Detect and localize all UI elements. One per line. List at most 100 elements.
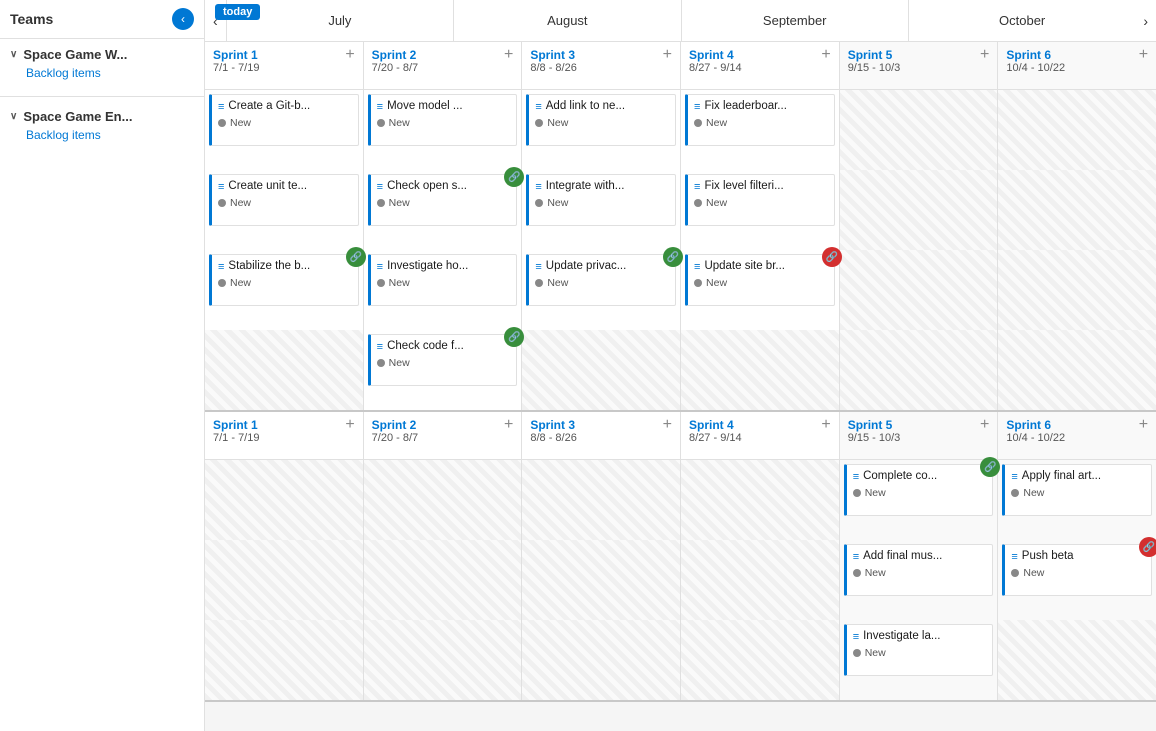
card-create-git[interactable]: ≡ Create a Git-b... New (209, 94, 359, 146)
card-add-final-mus[interactable]: ≡ Add final mus... New (844, 544, 994, 596)
sidebar-team-2-name[interactable]: ∨ Space Game En... (10, 109, 194, 124)
team2-sprint-4-header: Sprint 4 + 8/27 - 9/14 (680, 412, 839, 459)
card-create-unit-status: New (218, 197, 352, 209)
sidebar-header: Teams ‹ (0, 0, 204, 39)
team-1-cards-row-3: ≡ Stabilize the b... New 🔗 (205, 250, 1156, 330)
card-check-open[interactable]: ≡ Check open s... New 🔗 (368, 174, 518, 226)
card-fix-leaderboard-title: ≡ Fix leaderboar... (694, 100, 828, 113)
month-october: October (908, 0, 1135, 41)
task-icon: ≡ (377, 261, 383, 273)
card-integrate[interactable]: ≡ Integrate with... New (526, 174, 676, 226)
card-fix-level[interactable]: ≡ Fix level filteri... New (685, 174, 835, 226)
sidebar-team-2-backlog[interactable]: Backlog items (10, 128, 194, 142)
card-update-privacy[interactable]: ≡ Update privac... New 🔗 (526, 254, 676, 306)
card-update-site[interactable]: ≡ Update site br... New 🔗 (685, 254, 835, 306)
sidebar-collapse-button[interactable]: ‹ (172, 8, 194, 30)
card-add-link[interactable]: ≡ Add link to ne... New (526, 94, 676, 146)
team1-r4-col2: ≡ Check code f... New 🔗 (363, 330, 522, 410)
team1-r1-col2: ≡ Move model ... New (363, 90, 522, 170)
task-icon: ≡ (218, 101, 224, 113)
sprint-5-add-button[interactable]: + (980, 46, 989, 64)
card-complete-co-title: ≡ Complete co... (853, 470, 987, 483)
sprint-6-name: Sprint 6 (1006, 48, 1051, 62)
task-icon: ≡ (218, 181, 224, 193)
today-badge: today (215, 4, 260, 20)
team2-sprint-5-header: Sprint 5 + 9/15 - 10/3 (839, 412, 998, 459)
team2-r3-col1 (205, 620, 363, 700)
card-apply-final-art-status: New (1011, 487, 1145, 499)
team2-sprint-3-dates: 8/8 - 8/26 (530, 432, 672, 444)
card-push-beta-title: ≡ Push beta (1011, 550, 1145, 563)
sidebar-title: Teams (10, 11, 53, 27)
task-icon: ≡ (694, 261, 700, 273)
link-badge-green-3: 🔗 (663, 247, 683, 267)
status-dot (377, 279, 385, 287)
task-icon: ≡ (853, 551, 859, 563)
status-dot (377, 359, 385, 367)
team2-sprint-3-add[interactable]: + (663, 416, 672, 434)
card-update-site-title: ≡ Update site br... (694, 260, 828, 273)
card-create-unit-title: ≡ Create unit te... (218, 180, 352, 193)
sidebar-team-1-name[interactable]: ∨ Space Game W... (10, 47, 194, 62)
top-bar: today ‹ July August September October › (205, 0, 1156, 42)
card-add-link-title: ≡ Add link to ne... (535, 100, 669, 113)
sprint-5-header: Sprint 5 + 9/15 - 10/3 (839, 42, 998, 89)
sprint-6-add-button[interactable]: + (1139, 46, 1148, 64)
sprint-2-header: Sprint 2 + 7/20 - 8/7 (363, 42, 522, 89)
team2-sprint-5-add[interactable]: + (980, 416, 989, 434)
sprint-4-add-button[interactable]: + (821, 46, 830, 64)
team2-sprint-4-add[interactable]: + (821, 416, 830, 434)
card-move-model-title: ≡ Move model ... (377, 100, 511, 113)
card-investigate-ho[interactable]: ≡ Investigate ho... New (368, 254, 518, 306)
status-dot (218, 119, 226, 127)
sprint-1-dates: 7/1 - 7/19 (213, 62, 355, 74)
team1-r1-col4: ≡ Fix leaderboar... New (680, 90, 839, 170)
card-update-privacy-title: ≡ Update privac... (535, 260, 669, 273)
card-investigate-la-status: New (853, 647, 987, 659)
team2-r3-col3 (521, 620, 680, 700)
team2-sprint-1-add[interactable]: + (345, 416, 354, 434)
sprint-1-add-button[interactable]: + (345, 46, 354, 64)
sprint-2-add-button[interactable]: + (504, 46, 513, 64)
team2-sprint-6-add[interactable]: + (1139, 416, 1148, 434)
team1-r2-col5 (839, 170, 998, 250)
card-check-code[interactable]: ≡ Check code f... New 🔗 (368, 334, 518, 386)
card-fix-leaderboard[interactable]: ≡ Fix leaderboar... New (685, 94, 835, 146)
card-push-beta[interactable]: ≡ Push beta New 🔗 (1002, 544, 1152, 596)
sidebar-divider-1 (0, 96, 204, 97)
team1-r4-col1 (205, 330, 363, 410)
task-icon: ≡ (1011, 471, 1017, 483)
sprint-3-add-button[interactable]: + (663, 46, 672, 64)
team2-r3-col6 (997, 620, 1156, 700)
team2-sprint-2-add[interactable]: + (504, 416, 513, 434)
nav-next-button[interactable]: › (1135, 0, 1156, 41)
sidebar-team-1-backlog[interactable]: Backlog items (10, 66, 194, 80)
team-1-cards-row-4: ≡ Check code f... New 🔗 (205, 330, 1156, 410)
status-dot (853, 569, 861, 577)
card-create-unit[interactable]: ≡ Create unit te... New (209, 174, 359, 226)
team2-r3-col5: ≡ Investigate la... New (839, 620, 998, 700)
team2-r3-col4 (680, 620, 839, 700)
card-move-model[interactable]: ≡ Move model ... New (368, 94, 518, 146)
team2-sprint-6-name: Sprint 6 (1006, 418, 1051, 432)
card-investigate-la[interactable]: ≡ Investigate la... New (844, 624, 994, 676)
card-apply-final-art[interactable]: ≡ Apply final art... New (1002, 464, 1152, 516)
team2-sprint-1-dates: 7/1 - 7/19 (213, 432, 355, 444)
team-2-sprint-headers: Sprint 1 + 7/1 - 7/19 Sprint 2 + 7/20 - … (205, 412, 1156, 460)
card-add-final-mus-title: ≡ Add final mus... (853, 550, 987, 563)
team2-sprint-5-name: Sprint 5 (848, 418, 893, 432)
sprint-3-name: Sprint 3 (530, 48, 575, 62)
card-check-open-status: New (377, 197, 511, 209)
month-nav: ‹ July August September October › (205, 0, 1156, 41)
status-dot (218, 199, 226, 207)
card-stabilize-status: New (218, 277, 352, 289)
task-icon: ≡ (694, 181, 700, 193)
card-complete-co[interactable]: ≡ Complete co... New 🔗 (844, 464, 994, 516)
team2-r1-col5: ≡ Complete co... New 🔗 (839, 460, 998, 540)
team1-r2-col2: ≡ Check open s... New 🔗 (363, 170, 522, 250)
sprint-3-dates: 8/8 - 8/26 (530, 62, 672, 74)
card-stabilize[interactable]: ≡ Stabilize the b... New 🔗 (209, 254, 359, 306)
team2-r3-col2 (363, 620, 522, 700)
scroll-area[interactable]: Sprint 1 + 7/1 - 7/19 Sprint 2 + 7/20 - … (205, 42, 1156, 731)
sprint-6-dates: 10/4 - 10/22 (1006, 62, 1148, 74)
